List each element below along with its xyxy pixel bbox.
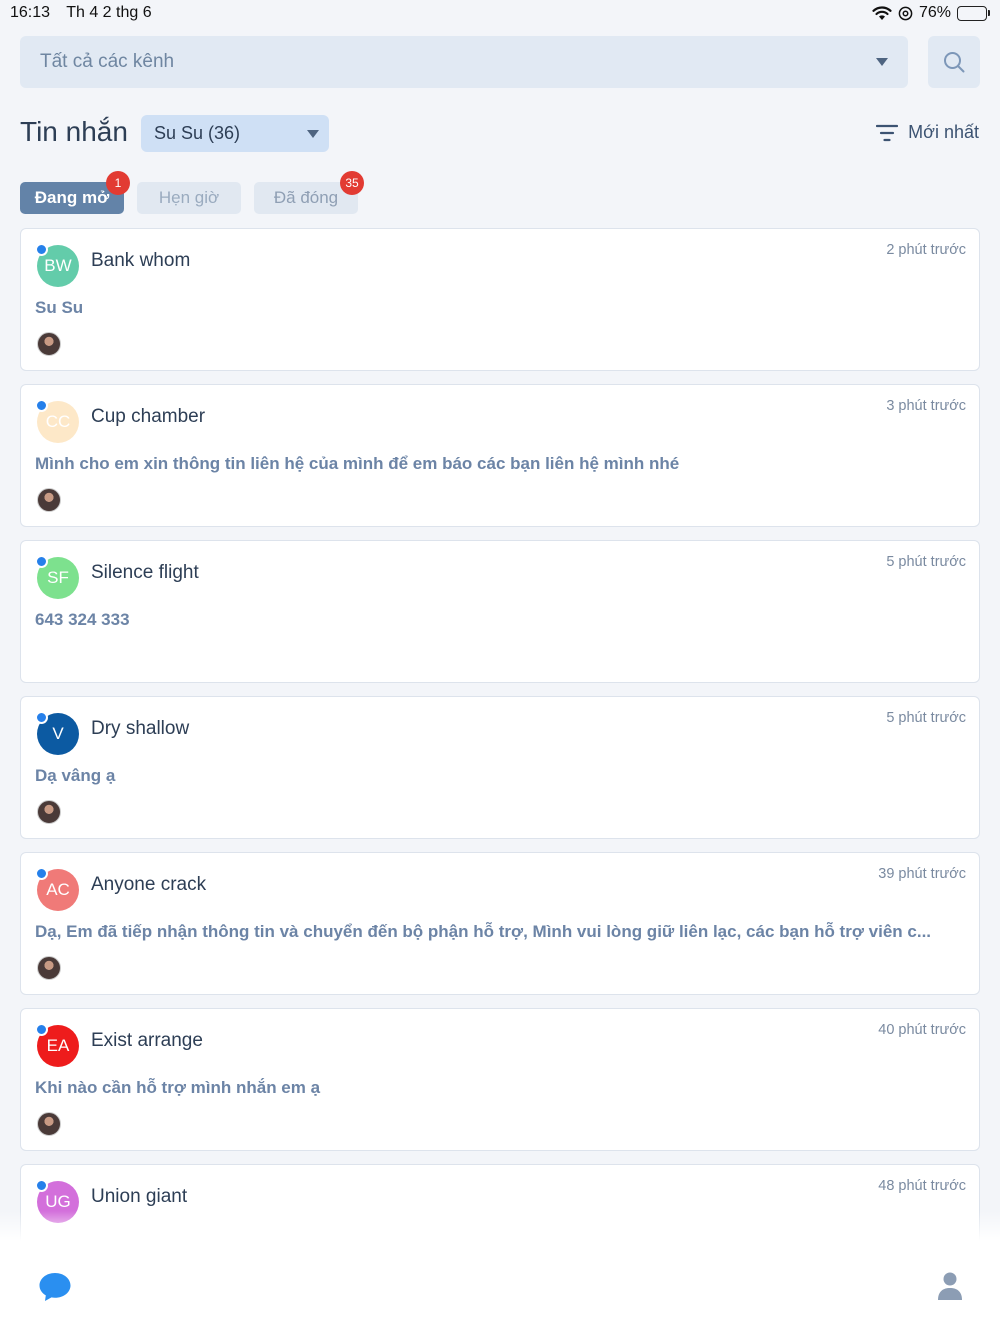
last-message: Khi nào cần hỗ trợ mình nhắn em ạ	[35, 1078, 321, 1097]
online-status-dot	[35, 399, 48, 412]
contact-name: Silence flight	[91, 562, 199, 583]
online-status-dot	[35, 867, 48, 880]
channel-select-value: Tất cả các kênh	[40, 51, 175, 72]
contact-name: Union giant	[91, 1186, 188, 1207]
conversation-card[interactable]: EA Exist arrange 40 phút trước Khi nào cần …	[20, 1008, 980, 1151]
message-time: 5 phút trước	[886, 554, 966, 570]
tab-open-badge: 1	[106, 171, 130, 195]
online-status-dot	[35, 1179, 48, 1192]
conversation-card[interactable]: SF Silence flight 5 phút trước 643 324 333	[20, 540, 980, 683]
channel-select[interactable]: Tất cả các kênh	[20, 36, 908, 88]
page-title: Tin nhắn	[20, 116, 128, 147]
online-status-dot	[35, 1023, 48, 1036]
chevron-down-icon	[307, 129, 319, 138]
contact-name: Exist arrange	[91, 1030, 203, 1051]
contact-name: Cup chamber	[91, 406, 206, 427]
conversation-list: BW Bank whom 2 phút trước Su Su CC Cup chambe…	[20, 228, 980, 1320]
tab-scheduled[interactable]: Hẹn giờ	[137, 182, 241, 214]
status-time: 16:13	[10, 4, 51, 21]
message-time: 48 phút trước	[878, 1178, 966, 1194]
agent-select[interactable]: Su Su (36)	[141, 115, 329, 152]
message-time: 39 phút trước	[878, 866, 966, 882]
agent-select-value: Su Su (36)	[154, 123, 241, 143]
battery-icon	[957, 5, 990, 21]
conversation-card[interactable]: CC Cup chamber 3 phút trước Mình cho em xin…	[20, 384, 980, 527]
last-message: Dạ vâng ạ	[35, 766, 116, 785]
agent-avatar	[37, 800, 61, 824]
last-message: Mình cho em xin thông tin liên hệ của mì…	[35, 454, 680, 473]
online-status-dot	[35, 711, 48, 724]
agent-avatar	[37, 332, 61, 356]
message-time: 5 phút trước	[886, 710, 966, 726]
user-icon	[938, 1272, 962, 1300]
chevron-down-icon	[876, 58, 888, 66]
nav-profile-button[interactable]	[937, 1271, 963, 1306]
tab-closed-badge: 35	[340, 171, 364, 195]
list-fade	[0, 1211, 1000, 1241]
message-time: 40 phút trước	[878, 1022, 966, 1038]
last-message: Dạ, Em đã tiếp nhận thông tin và chuyển …	[35, 922, 932, 941]
status-bar: 16:13 Th 4 2 thg 6 76%	[0, 0, 1000, 26]
nav-messages-button[interactable]	[38, 1271, 72, 1308]
last-message: Su Su	[35, 298, 84, 317]
status-date: Th 4 2 thg 6	[66, 4, 152, 21]
conversation-card[interactable]: V Dry shallow 5 phút trước Dạ vâng ạ	[20, 696, 980, 839]
at-icon	[898, 6, 913, 20]
message-time: 2 phút trước	[886, 242, 966, 258]
agent-avatar	[37, 488, 61, 512]
sort-button[interactable]: Mới nhất	[876, 122, 979, 143]
agent-avatar	[37, 1112, 61, 1136]
conversation-card[interactable]: BW Bank whom 2 phút trước Su Su	[20, 228, 980, 371]
online-status-dot	[35, 555, 48, 568]
contact-name: Bank whom	[91, 250, 191, 271]
message-time: 3 phút trước	[886, 398, 966, 414]
last-message: 643 324 333	[35, 610, 130, 629]
bottom-nav	[0, 1241, 1000, 1334]
search-button[interactable]	[928, 36, 980, 88]
conversation-card[interactable]: AC Anyone crack 39 phút trước Dạ, Em đã tiế…	[20, 852, 980, 995]
battery-percent: 76%	[918, 4, 951, 21]
online-status-dot	[35, 243, 48, 256]
agent-avatar	[37, 956, 61, 980]
contact-name: Dry shallow	[91, 718, 190, 739]
search-icon	[944, 52, 965, 73]
chat-bubble-icon	[39, 1273, 71, 1301]
status-right: 76%	[872, 4, 990, 22]
contact-name: Anyone crack	[91, 874, 207, 895]
status-left: 16:13 Th 4 2 thg 6	[10, 4, 164, 22]
wifi-icon	[872, 5, 892, 20]
filter-icon	[876, 124, 899, 141]
sort-label: Mới nhất	[908, 122, 979, 142]
